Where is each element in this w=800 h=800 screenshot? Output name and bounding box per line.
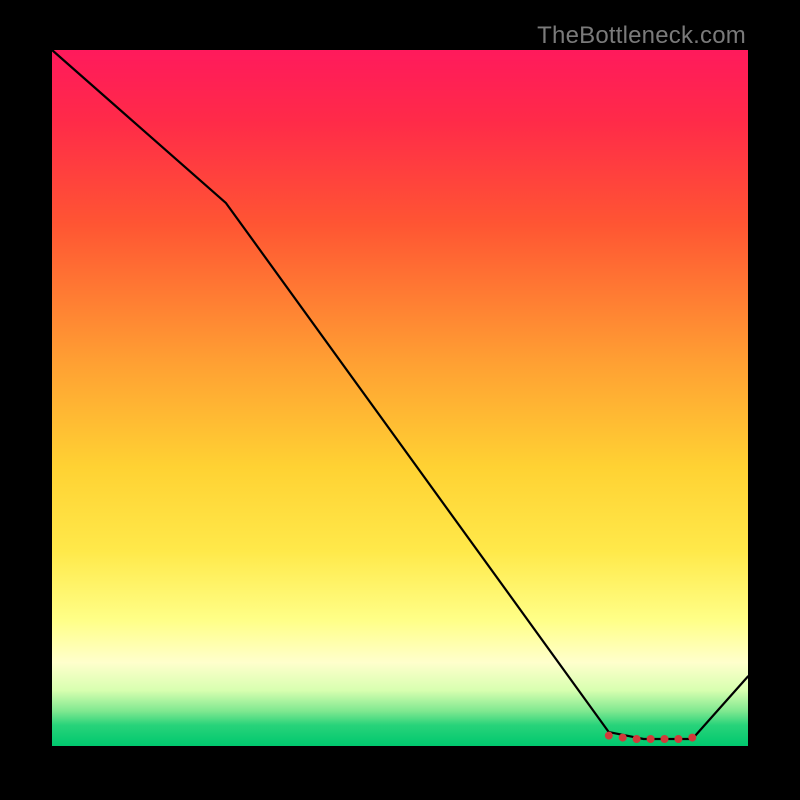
marker-dot <box>688 734 696 742</box>
marker-dot <box>619 734 627 742</box>
curve-line <box>52 50 748 739</box>
marker-dot <box>633 735 641 743</box>
marker-dot <box>674 735 682 743</box>
watermark-text: TheBottleneck.com <box>537 22 746 50</box>
marker-dot <box>661 735 669 743</box>
marker-dot <box>605 732 613 740</box>
chart-frame: TheBottleneck.com <box>0 0 800 800</box>
chart-overlay <box>52 50 748 746</box>
marker-dot <box>647 735 655 743</box>
